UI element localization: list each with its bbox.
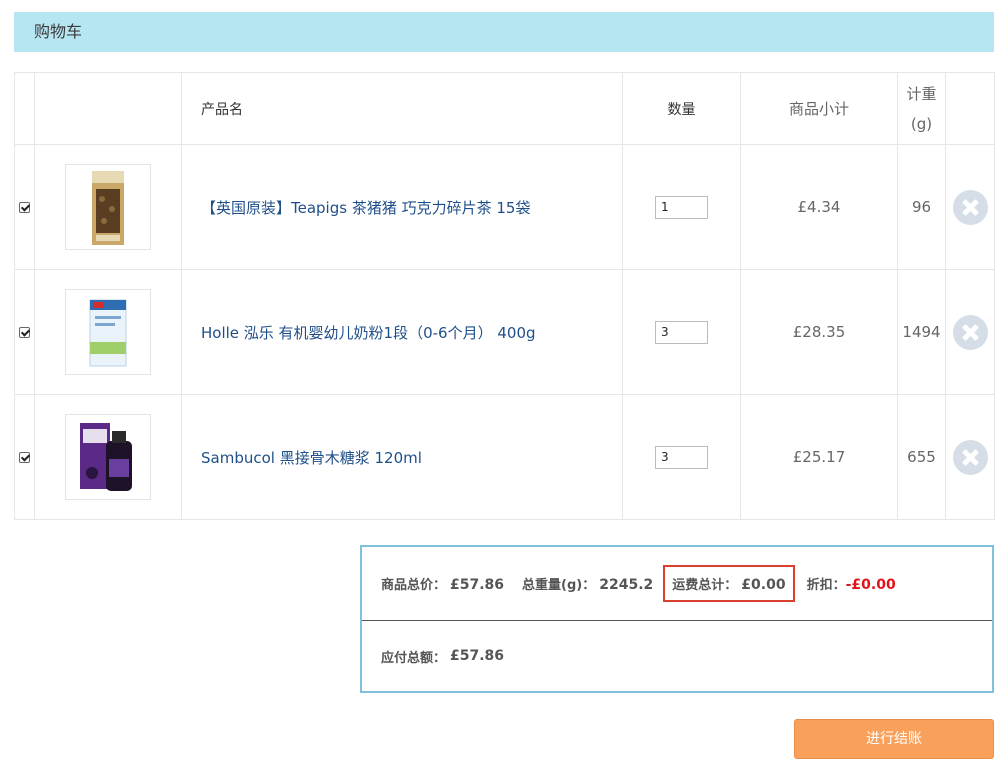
column-header-weight-line2: (g) [910, 114, 933, 133]
discount-label: 折扣： [806, 578, 846, 593]
shipping-total: 运费总计： £0.00 [663, 565, 795, 602]
product-link[interactable]: Sambucol 黑接骨木糖浆 120ml [201, 449, 422, 467]
header-checkbox-cell [14, 72, 35, 145]
row-subtotal: £25.17 [740, 394, 898, 520]
total-weight-value: 2245.2 [599, 577, 654, 593]
remove-item-icon[interactable] [952, 314, 988, 350]
row-subtotal: £28.35 [740, 269, 898, 395]
payable-label: 应付总额： [381, 650, 447, 666]
page-title: 购物车 [34, 22, 83, 41]
product-image-sambucol[interactable] [65, 414, 151, 500]
quantity-input[interactable] [655, 445, 708, 469]
total-price-label: 商品总价： [381, 578, 447, 593]
summary-payable-row: 应付总额： £57.86 [362, 621, 992, 691]
remove-item-icon[interactable] [952, 189, 988, 225]
row-checkbox[interactable] [19, 326, 30, 338]
order-summary: 商品总价： £57.86 总重量(g)： 2245.2 运费总计： £0.00 折扣：… [360, 545, 994, 693]
total-price-value: £57.86 [450, 577, 505, 593]
table-row: Sambucol 黑接骨木糖浆 120ml £25.17 655 [14, 394, 995, 520]
header-image-cell [34, 72, 182, 145]
row-checkbox[interactable] [19, 451, 30, 463]
quantity-input[interactable] [655, 195, 708, 219]
product-image-teapigs[interactable] [65, 164, 151, 250]
header-delete-cell [945, 72, 995, 145]
cart-header: 购物车 [14, 12, 994, 52]
product-link[interactable]: Holle 泓乐 有机婴幼儿奶粉1段（0-6个月） 400g [201, 324, 536, 342]
total-weight: 总重量(g)： 2245.2 [522, 574, 653, 593]
total-price: 商品总价： £57.86 [381, 574, 504, 593]
column-header-weight: 计重 (g) [897, 72, 946, 145]
discount-value: -£0.00 [845, 577, 896, 593]
row-weight: 655 [897, 394, 946, 520]
remove-item-icon[interactable] [952, 439, 988, 475]
row-checkbox[interactable] [19, 201, 30, 213]
table-row: Holle 泓乐 有机婴幼儿奶粉1段（0-6个月） 400g £28.35 14… [14, 269, 995, 395]
product-image-holle[interactable] [65, 289, 151, 375]
cart-table: 产品名 数量 商品小计 计重 (g) 【英国原装】Teapigs 茶猪猪 巧克力… [14, 72, 995, 520]
row-subtotal: £4.34 [740, 144, 898, 270]
quantity-input[interactable] [655, 320, 708, 344]
table-row: 【英国原装】Teapigs 茶猪猪 巧克力碎片茶 15袋 £4.34 96 [14, 144, 995, 270]
payable-value: £57.86 [450, 648, 505, 664]
column-header-subtotal: 商品小计 [740, 72, 898, 145]
column-header-weight-line1: 计重 [906, 84, 937, 103]
column-header-name: 产品名 [181, 72, 623, 145]
product-link[interactable]: 【英国原装】Teapigs 茶猪猪 巧克力碎片茶 15袋 [201, 199, 530, 217]
column-header-qty: 数量 [622, 72, 741, 145]
row-weight: 96 [897, 144, 946, 270]
total-weight-label: 总重量(g)： [522, 578, 596, 593]
table-header-row: 产品名 数量 商品小计 计重 (g) [14, 72, 995, 145]
discount: 折扣：-£0.00 [807, 574, 896, 593]
shipping-label: 运费总计： [672, 578, 738, 593]
shipping-value: £0.00 [741, 577, 786, 593]
summary-totals-row: 商品总价： £57.86 总重量(g)： 2245.2 运费总计： £0.00 折扣：… [362, 547, 992, 621]
checkout-button[interactable]: 进行结账 [794, 719, 994, 759]
row-weight: 1494 [897, 269, 946, 395]
